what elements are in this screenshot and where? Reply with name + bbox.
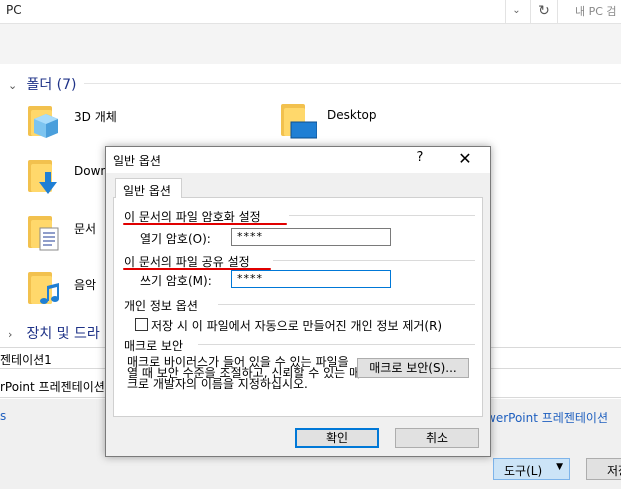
macro-description: 매크로 바이러스가 들어 있을 수 있는 파일을 열 때 보안 수준을 조절하고… (127, 355, 361, 391)
close-icon[interactable]: ✕ (454, 149, 476, 168)
group-divider (273, 260, 475, 261)
folder-label: 3D 개체 (74, 110, 117, 124)
folder-label: 문서 (74, 222, 97, 236)
explorer-toolbar-strip (0, 24, 621, 64)
chevron-right-icon[interactable]: › (8, 328, 22, 341)
section-divider (84, 83, 621, 84)
remove-personal-info-label[interactable]: 저장 시 이 파일에서 자동으로 만들어진 개인 정보 제거(R) (151, 317, 442, 334)
refresh-icon[interactable]: ↻ (530, 0, 558, 23)
remove-personal-info-checkbox[interactable] (135, 318, 148, 331)
tab-label: 일반 옵션 (123, 184, 171, 198)
macro-group-label: 매크로 보안 (124, 339, 184, 353)
tab-general-options[interactable]: 일반 옵션 (115, 178, 182, 198)
dialog-title: 일반 옵션 (113, 154, 161, 168)
folder-item-desktop[interactable]: Desktop (281, 102, 431, 146)
folder-item-downloads[interactable]: Down (28, 158, 108, 202)
open-password-input[interactable]: **** (231, 228, 391, 246)
save-button[interactable]: 저장 (586, 458, 621, 480)
devices-section-label: 장치 및 드라 (26, 326, 100, 342)
save-button-label: 저장 (607, 464, 621, 478)
group-divider (289, 215, 475, 216)
modify-password-input[interactable]: **** (231, 270, 391, 288)
ok-button[interactable]: 확인 (295, 428, 379, 448)
modify-password-label: 쓰기 암호(M): (140, 274, 212, 288)
documents-folder-icon (28, 216, 59, 251)
file-type-value: rPoint 프레젠테이션 (0, 380, 105, 394)
folder-label: Down (74, 164, 109, 178)
hide-folders-link[interactable]: s (0, 409, 6, 423)
folder-label: Desktop (327, 108, 377, 122)
folders-section-label: 폴더 (7) (26, 77, 77, 93)
chevron-down-icon: ▼ (556, 462, 563, 472)
red-annotation-underline (123, 223, 287, 225)
address-bar[interactable]: PC ⌄ ↻ 내 PC 검 (0, 0, 621, 24)
tools-button-label: 도구(L) (504, 464, 543, 478)
open-password-label: 열기 암호(O): (140, 232, 211, 246)
music-folder-icon (28, 272, 59, 304)
cancel-button[interactable]: 취소 (395, 428, 479, 448)
file-name-value: 젠테이션1 (0, 353, 52, 367)
general-options-panel: 이 문서의 파일 암호화 설정 열기 암호(O): **** 이 문서의 파일 … (113, 197, 483, 417)
group-divider (218, 304, 475, 305)
general-options-dialog: 일반 옵션 ? ✕ 일반 옵션 이 문서의 파일 암호화 설정 열기 암호(O)… (105, 146, 491, 457)
chevron-down-icon[interactable]: ⌄ (8, 79, 22, 92)
tools-button[interactable]: 도구(L) ▼ (493, 458, 570, 480)
search-input[interactable]: 내 PC 검 (575, 3, 617, 19)
privacy-group-label: 개인 정보 옵션 (124, 299, 198, 313)
devices-section-header[interactable]: › 장치 및 드라 (8, 323, 100, 343)
folder-label: 음악 (74, 278, 97, 292)
downloads-folder-icon (28, 160, 57, 194)
address-history-chevron-icon[interactable]: ⌄ (505, 0, 527, 23)
help-icon[interactable]: ? (411, 150, 429, 165)
group-divider (198, 344, 475, 345)
file-type-right-label: werPoint 프레젠테이션 (486, 411, 608, 425)
macro-security-button[interactable]: 매크로 보안(S)... (357, 358, 469, 378)
address-path[interactable]: PC (6, 3, 22, 17)
folders-section-header[interactable]: ⌄ 폴더 (7) (8, 74, 77, 94)
desktop-folder-icon (281, 104, 317, 139)
folder-item-3d-objects[interactable]: 3D 개체 (28, 102, 178, 146)
dialog-titlebar[interactable]: 일반 옵션 ? ✕ (106, 147, 490, 173)
3d-objects-folder-icon (28, 106, 58, 138)
folder-item-documents[interactable]: 문서 (28, 214, 108, 258)
folder-item-music[interactable]: 음악 (28, 270, 108, 314)
